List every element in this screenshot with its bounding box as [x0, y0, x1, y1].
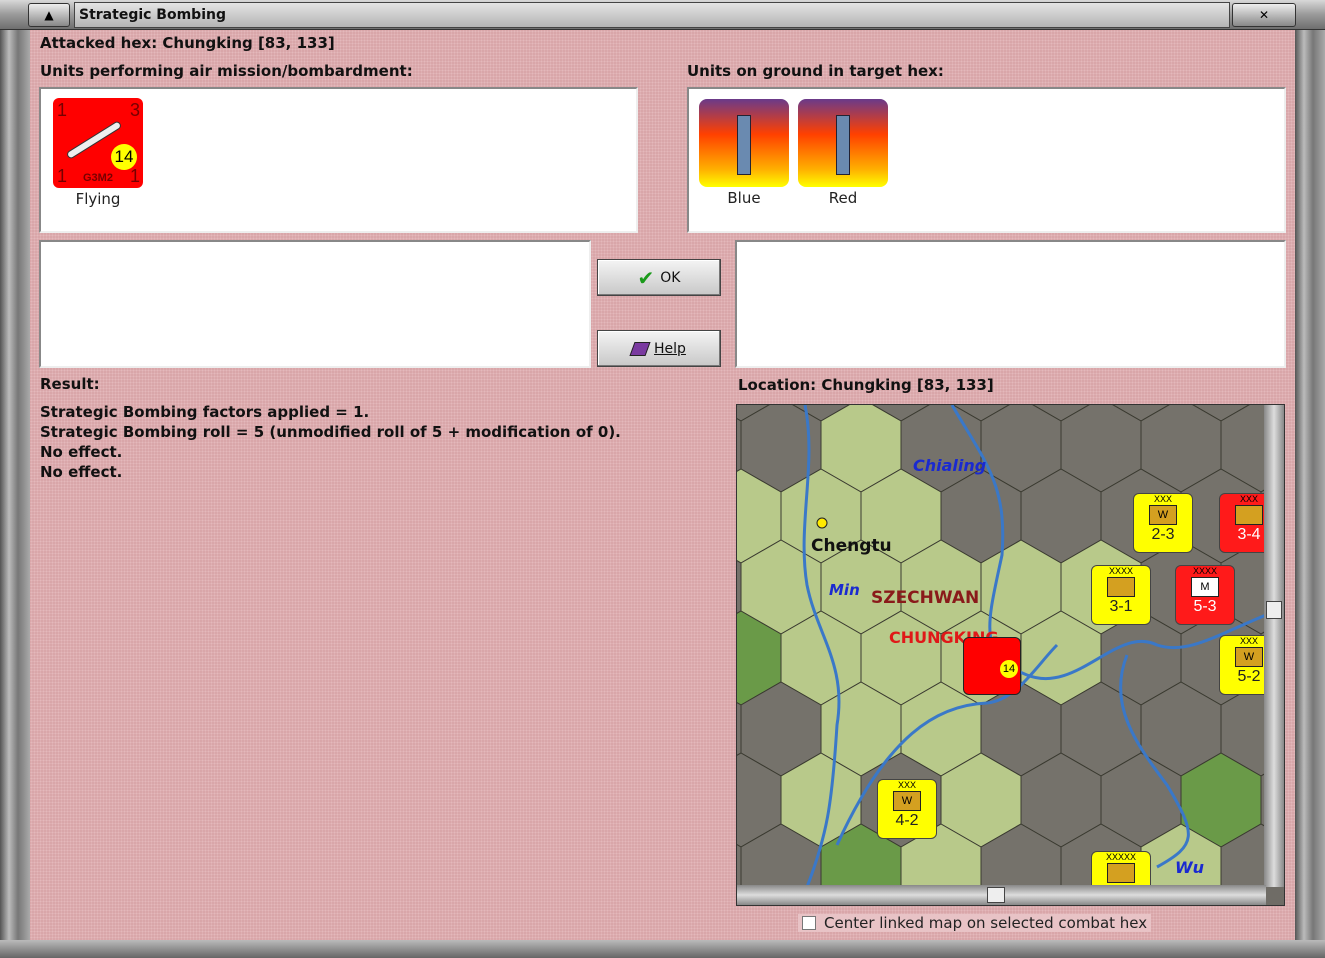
- unit-name: G3M2: [83, 172, 113, 184]
- defender-detail-box: [735, 240, 1286, 368]
- window-title: Strategic Bombing: [74, 2, 1230, 28]
- map-label-szechwan: SZECHWAN: [871, 588, 979, 608]
- unit-size: XXXX: [1192, 566, 1217, 576]
- factory-icon: [699, 99, 789, 187]
- location-label: Location: Chungking [83, 133]: [738, 376, 994, 394]
- ok-button[interactable]: ✔ OK: [597, 259, 721, 296]
- linked-map[interactable]: Chengtu SZECHWAN CHUNGKING Min Chialing …: [736, 404, 1285, 906]
- window-frame-bottom: [0, 940, 1325, 958]
- help-label: Help: [654, 340, 686, 357]
- unit-symbol: W: [1235, 647, 1263, 667]
- unit-symbol: [1107, 863, 1135, 883]
- map-horizontal-scrollbar[interactable]: [737, 885, 1266, 905]
- map-vertical-scrollbar[interactable]: [1264, 405, 1284, 887]
- result-label: Result:: [40, 375, 100, 393]
- city-marker: [816, 517, 828, 529]
- map-label-chengtu: Chengtu: [811, 536, 892, 556]
- defenders-list: Blue Red: [687, 87, 1286, 233]
- unit-symbol: W: [893, 791, 921, 811]
- result-line: Strategic Bombing roll = 5 (unmodified r…: [40, 423, 621, 441]
- attacked-hex-label: Attacked hex: Chungking [83, 133]: [40, 34, 335, 52]
- unit-strength: 5-3: [1193, 598, 1217, 615]
- target-label: Blue: [727, 189, 761, 207]
- map-label-min: Min: [829, 581, 860, 599]
- unit-g3m2[interactable]: 1 3 14 1 G3M2 1 Flying: [53, 98, 143, 208]
- result-line: Strategic Bombing factors applied = 1.: [40, 403, 370, 421]
- checkbox-box[interactable]: [802, 916, 816, 930]
- unit-status: Flying: [75, 190, 121, 208]
- map-unit-counter[interactable]: XXXX 3-1: [1091, 565, 1151, 625]
- window-frame-left: [0, 30, 30, 942]
- unit-top-right: 3: [129, 100, 140, 120]
- unit-strength: 3-1: [1109, 598, 1133, 615]
- map-unit-counter[interactable]: XXXX M 5-3: [1175, 565, 1235, 625]
- result-line: No effect.: [40, 443, 123, 461]
- attackers-list: 1 3 14 1 G3M2 1 Flying: [39, 87, 638, 233]
- minimize-button[interactable]: ▲: [28, 3, 70, 27]
- unit-symbol: [1235, 505, 1263, 525]
- unit-bottom-right: 1: [129, 166, 140, 186]
- map-unit-counter[interactable]: XXX W 4-2: [877, 779, 937, 839]
- unit-size: XXX: [897, 780, 916, 790]
- defenders-label: Units on ground in target hex:: [687, 62, 944, 80]
- window-frame-right: [1295, 30, 1325, 942]
- dialog-body: Attacked hex: Chungking [83, 133] Units …: [30, 30, 1295, 940]
- unit-bottom-left: 1: [57, 166, 68, 186]
- unit-size: XXXX: [1108, 566, 1133, 576]
- unit-strength: 4-2: [895, 812, 919, 829]
- unit-symbol: [1107, 577, 1135, 597]
- unit-size: XXX: [1153, 494, 1172, 504]
- target-blue[interactable]: Blue: [699, 99, 789, 207]
- close-button[interactable]: ✕: [1232, 3, 1296, 27]
- ok-label: OK: [660, 269, 681, 286]
- center-map-checkbox[interactable]: Center linked map on selected combat hex: [798, 914, 1152, 932]
- map-unit-g3m2[interactable]: 14: [963, 637, 1021, 695]
- help-book-icon: [629, 341, 651, 356]
- attacker-detail-box: [39, 240, 591, 368]
- unit-top-left: 1: [57, 100, 68, 120]
- map-unit-counter[interactable]: XXX W 2-3: [1133, 493, 1193, 553]
- unit-strength: 2-3: [1151, 526, 1175, 543]
- factory-icon: [798, 99, 888, 187]
- checkbox-label: Center linked map on selected combat hex: [824, 914, 1148, 932]
- target-red[interactable]: Red: [798, 99, 888, 207]
- result-text: Strategic Bombing factors applied = 1. S…: [40, 402, 621, 482]
- target-label: Red: [828, 189, 858, 207]
- title-bar: ▲ Strategic Bombing ✕: [0, 0, 1325, 30]
- unit-symbol: M: [1191, 577, 1219, 597]
- unit-symbol: W: [1149, 505, 1177, 525]
- help-button[interactable]: Help: [597, 330, 721, 367]
- map-label-chialing: Chialing: [913, 456, 986, 475]
- unit-size: XXXXX: [1105, 852, 1136, 862]
- unit-range: 14: [1000, 660, 1018, 678]
- map-label-wu: Wu: [1175, 858, 1204, 877]
- result-line: No effect.: [40, 463, 123, 481]
- checkmark-icon: ✔: [637, 265, 655, 290]
- attackers-label: Units performing air mission/bombardment…: [40, 62, 413, 80]
